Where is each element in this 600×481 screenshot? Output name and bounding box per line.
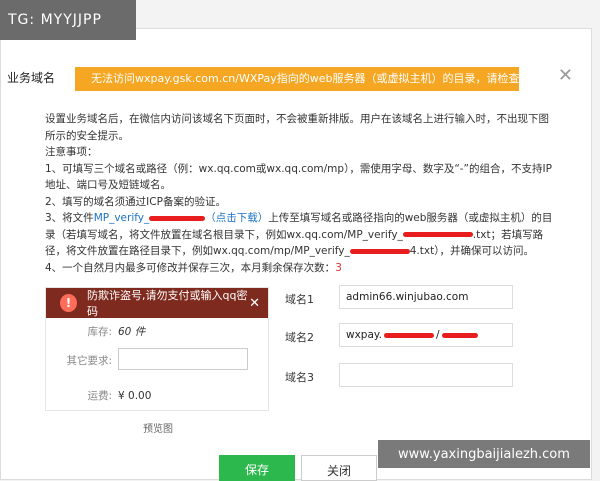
domain-1-label: 域名1 [285,293,314,306]
note-2: 2、填写的域名须通过ICP备案的验证。 [45,195,226,208]
close-button[interactable]: 关闭 [301,455,377,481]
redaction-mark [383,332,434,338]
note-3-body-c: 4.txt），并确保可以访问。 [409,245,534,257]
watermark-badge: TG: MYYJJPP [0,0,136,40]
warning-banner: 无法访问wxpay.gsk.com.cn/WXPay指向的web服务器（或虚拟主… [75,67,519,91]
remaining-saves-count: 3 [335,261,342,274]
note-3-prefix: 3、将文件 [45,212,94,224]
note-3: 3、将文件MP_verify_ （点击下载）上传至填写域名或路径指向的web服务器… [45,210,557,260]
intro-text: 设置业务域名后，在微信内访问该域名下页面时，不会被重新排版。用户在该域名上进行输… [45,113,549,142]
other-requirements-input [118,348,248,370]
business-domain-dialog: 业务域名 无法访问wxpay.gsk.com.cn/WXPay指向的web服务器… [0,28,592,481]
note-4: 4、一个自然月内最多可修改并保存三次，本月剩余保存次数：3 [45,260,557,277]
watermark-url: www.yaxingbaijialezh.com [378,440,590,468]
notes-title: 注意事项： [45,146,98,158]
redaction-mark [441,332,478,338]
save-button[interactable]: 保存 [219,455,295,481]
other-requirements-label: 其它要求: [66,355,112,367]
download-link[interactable]: （点击下载） [205,212,268,224]
redaction-mark [149,215,206,221]
domain-1-input[interactable]: admin66.winjubao.com [339,285,513,309]
exclamation-icon: ! [60,294,78,312]
note-4-text: 4、一个自然月内最多可修改并保存三次，本月剩余保存次数： [45,261,336,274]
shipping-row: 运费: ¥ 0.00 [46,388,151,403]
alert-close-icon: ✕ [249,295,260,311]
preview-caption: 预览图 [143,424,173,435]
domain-2-input[interactable]: wxpay. / [339,323,513,347]
domain-3-input[interactable] [339,363,513,387]
domain-3-label: 域名3 [285,371,314,384]
domain-1-value: admin66.winjubao.com [346,291,469,303]
redaction-mark [349,248,410,254]
redaction-mark [402,232,473,237]
fraud-alert-text: 防欺诈盗号,请勿支付或输入qq密码 [87,289,248,318]
close-icon[interactable]: ✕ [558,65,573,86]
shipping-value: ¥ 0.00 [118,390,152,402]
stock-label: 库存: [87,326,112,338]
security-prompt-preview: ! 防欺诈盗号,请勿支付或输入qq密码 ✕ 库存: 60 件 其它要求: 运费: ¥… [45,287,269,411]
verify-file-link[interactable]: MP_verify_ [94,212,150,224]
shipping-label: 运费: [87,390,112,402]
domain-2-value: wxpay. [346,329,382,341]
fraud-alert-bar: ! 防欺诈盗号,请勿支付或输入qq密码 ✕ [46,288,268,318]
domain-2-label: 域名2 [285,331,314,344]
note-1: 1、可填写三个域名或路径（例：wx.qq.com或wx.qq.com/mp），需… [45,162,552,192]
section-title: 业务域名 [7,71,56,85]
stock-row: 库存: 60 件 [46,324,145,339]
stock-value: 60 件 [118,326,146,338]
description: 设置业务域名后，在微信内访问该域名下页面时，不会被重新排版。用户在该域名上进行输… [45,111,557,276]
other-requirements-row: 其它要求: [46,353,118,368]
